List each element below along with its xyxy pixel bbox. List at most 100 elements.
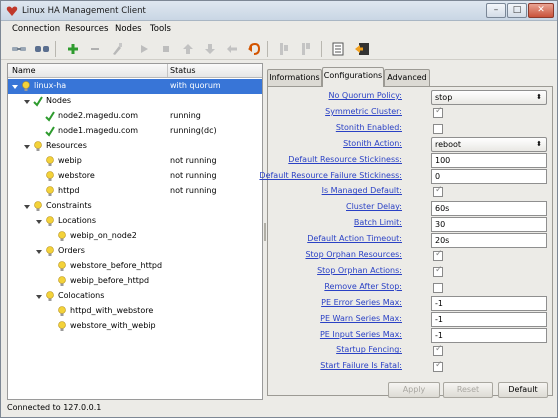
config-checkbox[interactable] [433, 344, 443, 357]
title-bar[interactable]: Linux HA Management Client – □ ✕ [1, 1, 557, 21]
expand-arrow-icon[interactable] [23, 203, 31, 211]
tree-row-label: webstore_before_httpd [70, 261, 163, 270]
move-up-icon[interactable] [179, 40, 197, 58]
expand-arrow-icon[interactable] [23, 98, 31, 106]
tree-row[interactable]: Resources [8, 139, 262, 154]
stop-icon[interactable] [157, 40, 175, 58]
log-viewer-icon[interactable] [329, 40, 347, 58]
tree-row[interactable]: webip_on_node2 [8, 229, 262, 244]
tree-row[interactable]: httpd_with_webstore [8, 304, 262, 319]
reset-button[interactable]: Reset [443, 382, 493, 398]
config-label: No Quorum Policy: [328, 91, 402, 100]
config-text-field[interactable]: 100 [431, 153, 547, 169]
splitter-grip[interactable] [264, 223, 266, 241]
dropdown-arrow-icon: ⬍ [536, 92, 542, 101]
maximize-button[interactable]: □ [507, 3, 527, 18]
column-status-header[interactable]: Status [170, 66, 196, 75]
dropdown-arrow-icon: ⬍ [536, 140, 542, 149]
tree-row[interactable]: webip not running [8, 154, 262, 169]
config-text-field[interactable]: -1 [431, 312, 547, 328]
tree-row[interactable]: webip_before_httpd [8, 274, 262, 289]
active-icon[interactable] [297, 40, 315, 58]
config-dropdown[interactable]: reboot ⬍ [431, 137, 547, 153]
config-checkbox[interactable] [433, 249, 443, 261]
remove-icon[interactable] [86, 40, 104, 58]
expand-arrow-icon[interactable] [35, 248, 43, 256]
expand-arrow-icon[interactable] [11, 83, 19, 91]
apply-button[interactable]: Apply [388, 382, 440, 398]
lightbulb-icon [22, 81, 30, 91]
tree-row-label: webstore_with_webip [70, 321, 156, 330]
config-text-field[interactable]: 0 [431, 169, 547, 184]
tree-row[interactable]: node2.magedu.com running [8, 109, 262, 124]
tree-row[interactable]: Constraints [8, 199, 262, 214]
config-scrollbar[interactable] [548, 87, 554, 377]
tree-row-status: not running [170, 171, 217, 180]
connect-icon[interactable] [10, 40, 28, 58]
tree-row[interactable]: Colocations [8, 289, 262, 304]
tree-row[interactable]: Orders [8, 244, 262, 259]
default-button[interactable]: Default [498, 382, 548, 398]
lightbulb-icon [46, 216, 54, 226]
app-window: Linux HA Management Client – □ ✕ Connect… [0, 0, 558, 418]
config-text-field[interactable]: 20s [431, 232, 547, 248]
config-label: Batch Limit: [353, 218, 402, 228]
menu-connection[interactable]: Connection [12, 24, 60, 34]
menu-resources[interactable]: Resources [65, 24, 108, 34]
tree-row[interactable]: Locations [8, 214, 262, 229]
config-dropdown[interactable]: stop ⬍ [431, 89, 547, 105]
config-checkbox[interactable] [433, 185, 443, 198]
details-area: Informations Configurations Advanced No … [259, 67, 553, 400]
config-label: Stop Orphan Actions: [317, 265, 402, 275]
cleanup-icon[interactable] [108, 40, 126, 58]
exit-icon[interactable] [353, 40, 371, 58]
add-icon[interactable] [64, 40, 82, 58]
tree-row[interactable]: webstore_with_webip [8, 319, 262, 334]
minimize-button[interactable]: – [486, 3, 506, 18]
online-check-icon [45, 111, 55, 122]
menu-nodes[interactable]: Nodes [115, 24, 142, 34]
tree-row-label: Orders [58, 246, 85, 255]
tree-row-status: running [170, 111, 201, 120]
tab-configurations[interactable]: Configurations [322, 67, 384, 87]
config-text-field[interactable]: -1 [431, 296, 547, 312]
config-checkbox[interactable] [433, 360, 443, 373]
lightbulb-icon [58, 231, 66, 241]
tree-row[interactable]: node1.magedu.com running(dc) [8, 124, 262, 139]
tree-row[interactable]: webstore not running [8, 169, 262, 184]
column-name-header[interactable]: Name [12, 66, 36, 75]
tree-row[interactable]: httpd not running [8, 184, 262, 199]
lightbulb-icon [46, 291, 54, 301]
tree-row[interactable]: linux-ha with quorum [8, 79, 262, 94]
disconnect-icon[interactable] [33, 40, 51, 58]
config-checkbox[interactable] [433, 282, 443, 293]
start-icon[interactable] [135, 40, 153, 58]
select-value: reboot [435, 140, 462, 150]
config-label: Start Failure Is Fatal: [320, 361, 402, 371]
lightbulb-icon [58, 261, 66, 271]
expand-arrow-icon[interactable] [35, 218, 43, 226]
menu-tools[interactable]: Tools [150, 24, 171, 34]
cluster-tree[interactable]: Name Status linux-ha with quorum Nodes node… [7, 63, 263, 400]
tab-informations[interactable]: Informations [267, 69, 322, 86]
tree-row-label: Nodes [46, 96, 72, 105]
unmigrate-icon[interactable] [245, 40, 263, 58]
move-down-icon[interactable] [201, 40, 219, 58]
config-text-field[interactable]: -1 [431, 328, 547, 343]
tab-advanced[interactable]: Advanced [384, 69, 430, 86]
expand-arrow-icon[interactable] [35, 293, 43, 301]
config-checkbox[interactable] [433, 106, 443, 118]
tree-row-label: linux-ha [34, 81, 67, 90]
close-button[interactable]: ✕ [528, 3, 554, 18]
config-text-field[interactable]: 30 [431, 216, 547, 232]
standby-icon[interactable] [275, 40, 293, 58]
tree-row[interactable]: Nodes [8, 94, 262, 109]
config-checkbox[interactable] [433, 265, 443, 277]
config-text-field[interactable]: 60s [431, 200, 547, 216]
tree-row[interactable]: webstore_before_httpd [8, 259, 262, 274]
lightbulb-icon [34, 201, 42, 211]
tree-row-label: Resources [46, 141, 87, 150]
migrate-icon[interactable] [223, 40, 241, 58]
config-checkbox[interactable] [433, 123, 443, 134]
expand-arrow-icon[interactable] [23, 143, 31, 151]
